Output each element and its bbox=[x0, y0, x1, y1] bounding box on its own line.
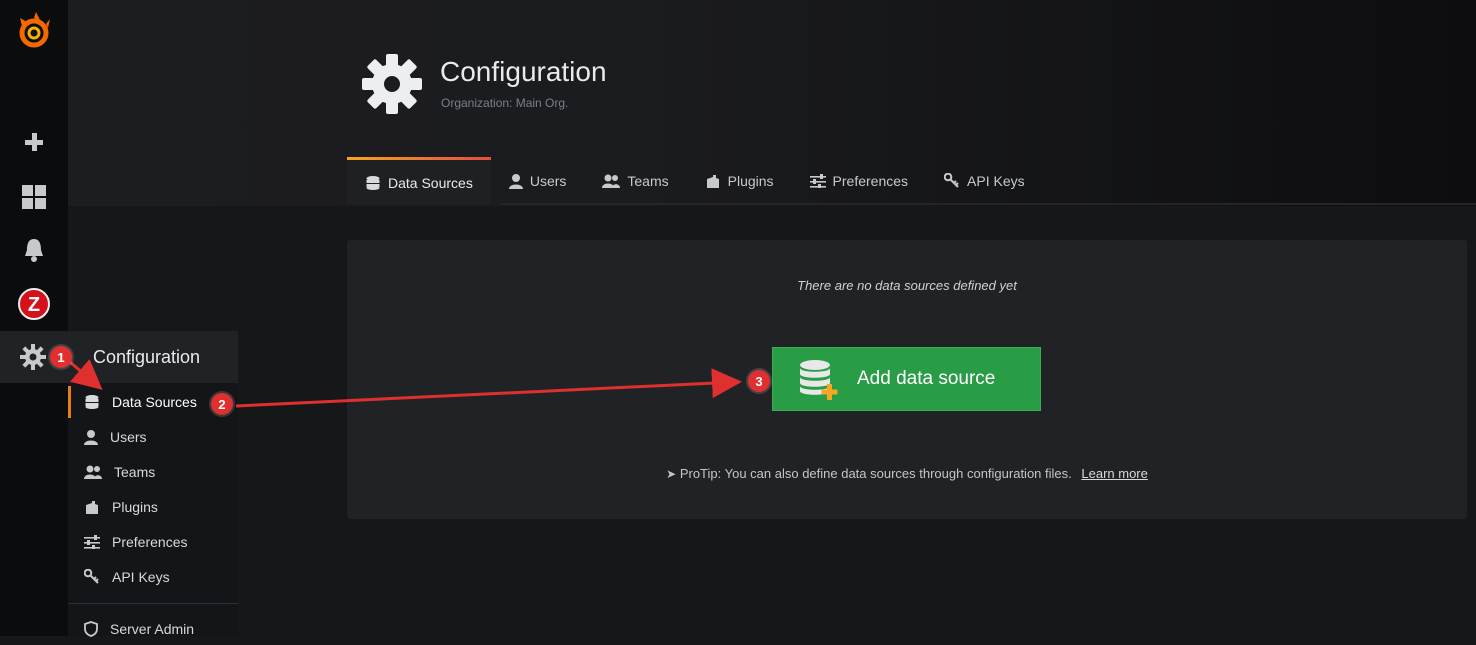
key-icon bbox=[84, 569, 99, 584]
tab-api-keys[interactable]: API Keys bbox=[926, 157, 1043, 205]
sliders-icon bbox=[809, 174, 826, 188]
team-icon bbox=[84, 465, 102, 479]
tab-plugins[interactable]: Plugins bbox=[687, 157, 792, 205]
database-icon bbox=[366, 175, 380, 190]
flyout-header[interactable]: Configuration bbox=[68, 331, 238, 383]
tab-label: Preferences bbox=[832, 173, 909, 189]
dashboards-icon[interactable] bbox=[0, 177, 68, 217]
add-data-source-label: Add data source bbox=[857, 368, 996, 389]
page-subtitle: Organization: Main Org. bbox=[441, 96, 569, 110]
page-gear-icon bbox=[360, 52, 424, 121]
flyout-item-label: Server Admin bbox=[110, 621, 195, 637]
database-icon bbox=[85, 395, 99, 409]
side-menu: Z bbox=[0, 0, 70, 636]
flyout-item-label: Preferences bbox=[112, 534, 188, 550]
user-icon bbox=[508, 174, 523, 189]
key-icon bbox=[944, 173, 959, 188]
flyout-divider bbox=[68, 603, 238, 604]
tab-users[interactable]: Users bbox=[491, 157, 585, 205]
protip: ➤ ProTip: You can also define data sourc… bbox=[347, 466, 1467, 481]
zabbix-letter: Z bbox=[28, 294, 40, 316]
page-title: Configuration bbox=[440, 56, 607, 87]
bell-icon[interactable] bbox=[0, 230, 68, 270]
step-badge-3: 3 bbox=[748, 370, 770, 392]
flyout-item-api-keys[interactable]: API Keys bbox=[68, 561, 238, 593]
empty-state-panel: There are no data sources defined yet Ad… bbox=[347, 240, 1467, 519]
protip-text: ProTip: You can also define data sources… bbox=[679, 466, 1072, 481]
flyout-item-label: Users bbox=[110, 429, 147, 445]
tab-label: Teams bbox=[627, 173, 669, 189]
tab-data-sources[interactable]: Data Sources bbox=[347, 157, 491, 205]
tab-label: Plugins bbox=[727, 173, 774, 189]
shield-icon bbox=[84, 621, 98, 637]
step-badge-1: 1 bbox=[50, 346, 72, 368]
add-data-source-button[interactable]: Add data source bbox=[772, 347, 1041, 411]
flyout-item-label: API Keys bbox=[112, 569, 170, 585]
plus-icon[interactable] bbox=[0, 122, 68, 162]
tab-teams[interactable]: Teams bbox=[584, 157, 686, 205]
flyout-item-preferences[interactable]: Preferences bbox=[68, 526, 238, 558]
team-icon bbox=[602, 174, 621, 188]
learn-more-link[interactable]: Learn more bbox=[1081, 466, 1147, 481]
configuration-flyout: Data Sources Users Teams Plugins Prefere… bbox=[68, 383, 238, 637]
flyout-item-server-admin[interactable]: Server Admin bbox=[68, 613, 238, 645]
tab-preferences[interactable]: Preferences bbox=[792, 157, 926, 205]
tab-label: Users bbox=[529, 173, 567, 189]
plugin-icon bbox=[706, 175, 719, 188]
tab-label: API Keys bbox=[967, 173, 1025, 189]
flyout-item-label: Teams bbox=[114, 464, 156, 480]
zabbix-icon[interactable]: Z bbox=[0, 284, 68, 324]
tab-divider bbox=[500, 203, 1476, 205]
database-add-icon bbox=[800, 360, 838, 400]
config-tabs: Data Sources Users Teams Plugins Prefere… bbox=[347, 157, 1043, 205]
user-icon bbox=[84, 430, 98, 445]
tab-label: Data Sources bbox=[388, 174, 473, 191]
flyout-item-plugins[interactable]: Plugins bbox=[68, 491, 238, 523]
empty-message: There are no data sources defined yet bbox=[797, 278, 1017, 293]
send-icon: ➤ bbox=[666, 467, 677, 481]
flyout-item-users[interactable]: Users bbox=[68, 421, 238, 453]
flyout-item-label: Data Sources bbox=[112, 394, 197, 410]
sliders-icon bbox=[84, 535, 100, 549]
flyout-item-label: Plugins bbox=[112, 499, 158, 515]
grafana-logo-icon[interactable] bbox=[0, 12, 68, 52]
plugin-icon bbox=[86, 501, 98, 514]
step-badge-2: 2 bbox=[211, 393, 233, 415]
flyout-item-teams[interactable]: Teams bbox=[68, 456, 238, 488]
